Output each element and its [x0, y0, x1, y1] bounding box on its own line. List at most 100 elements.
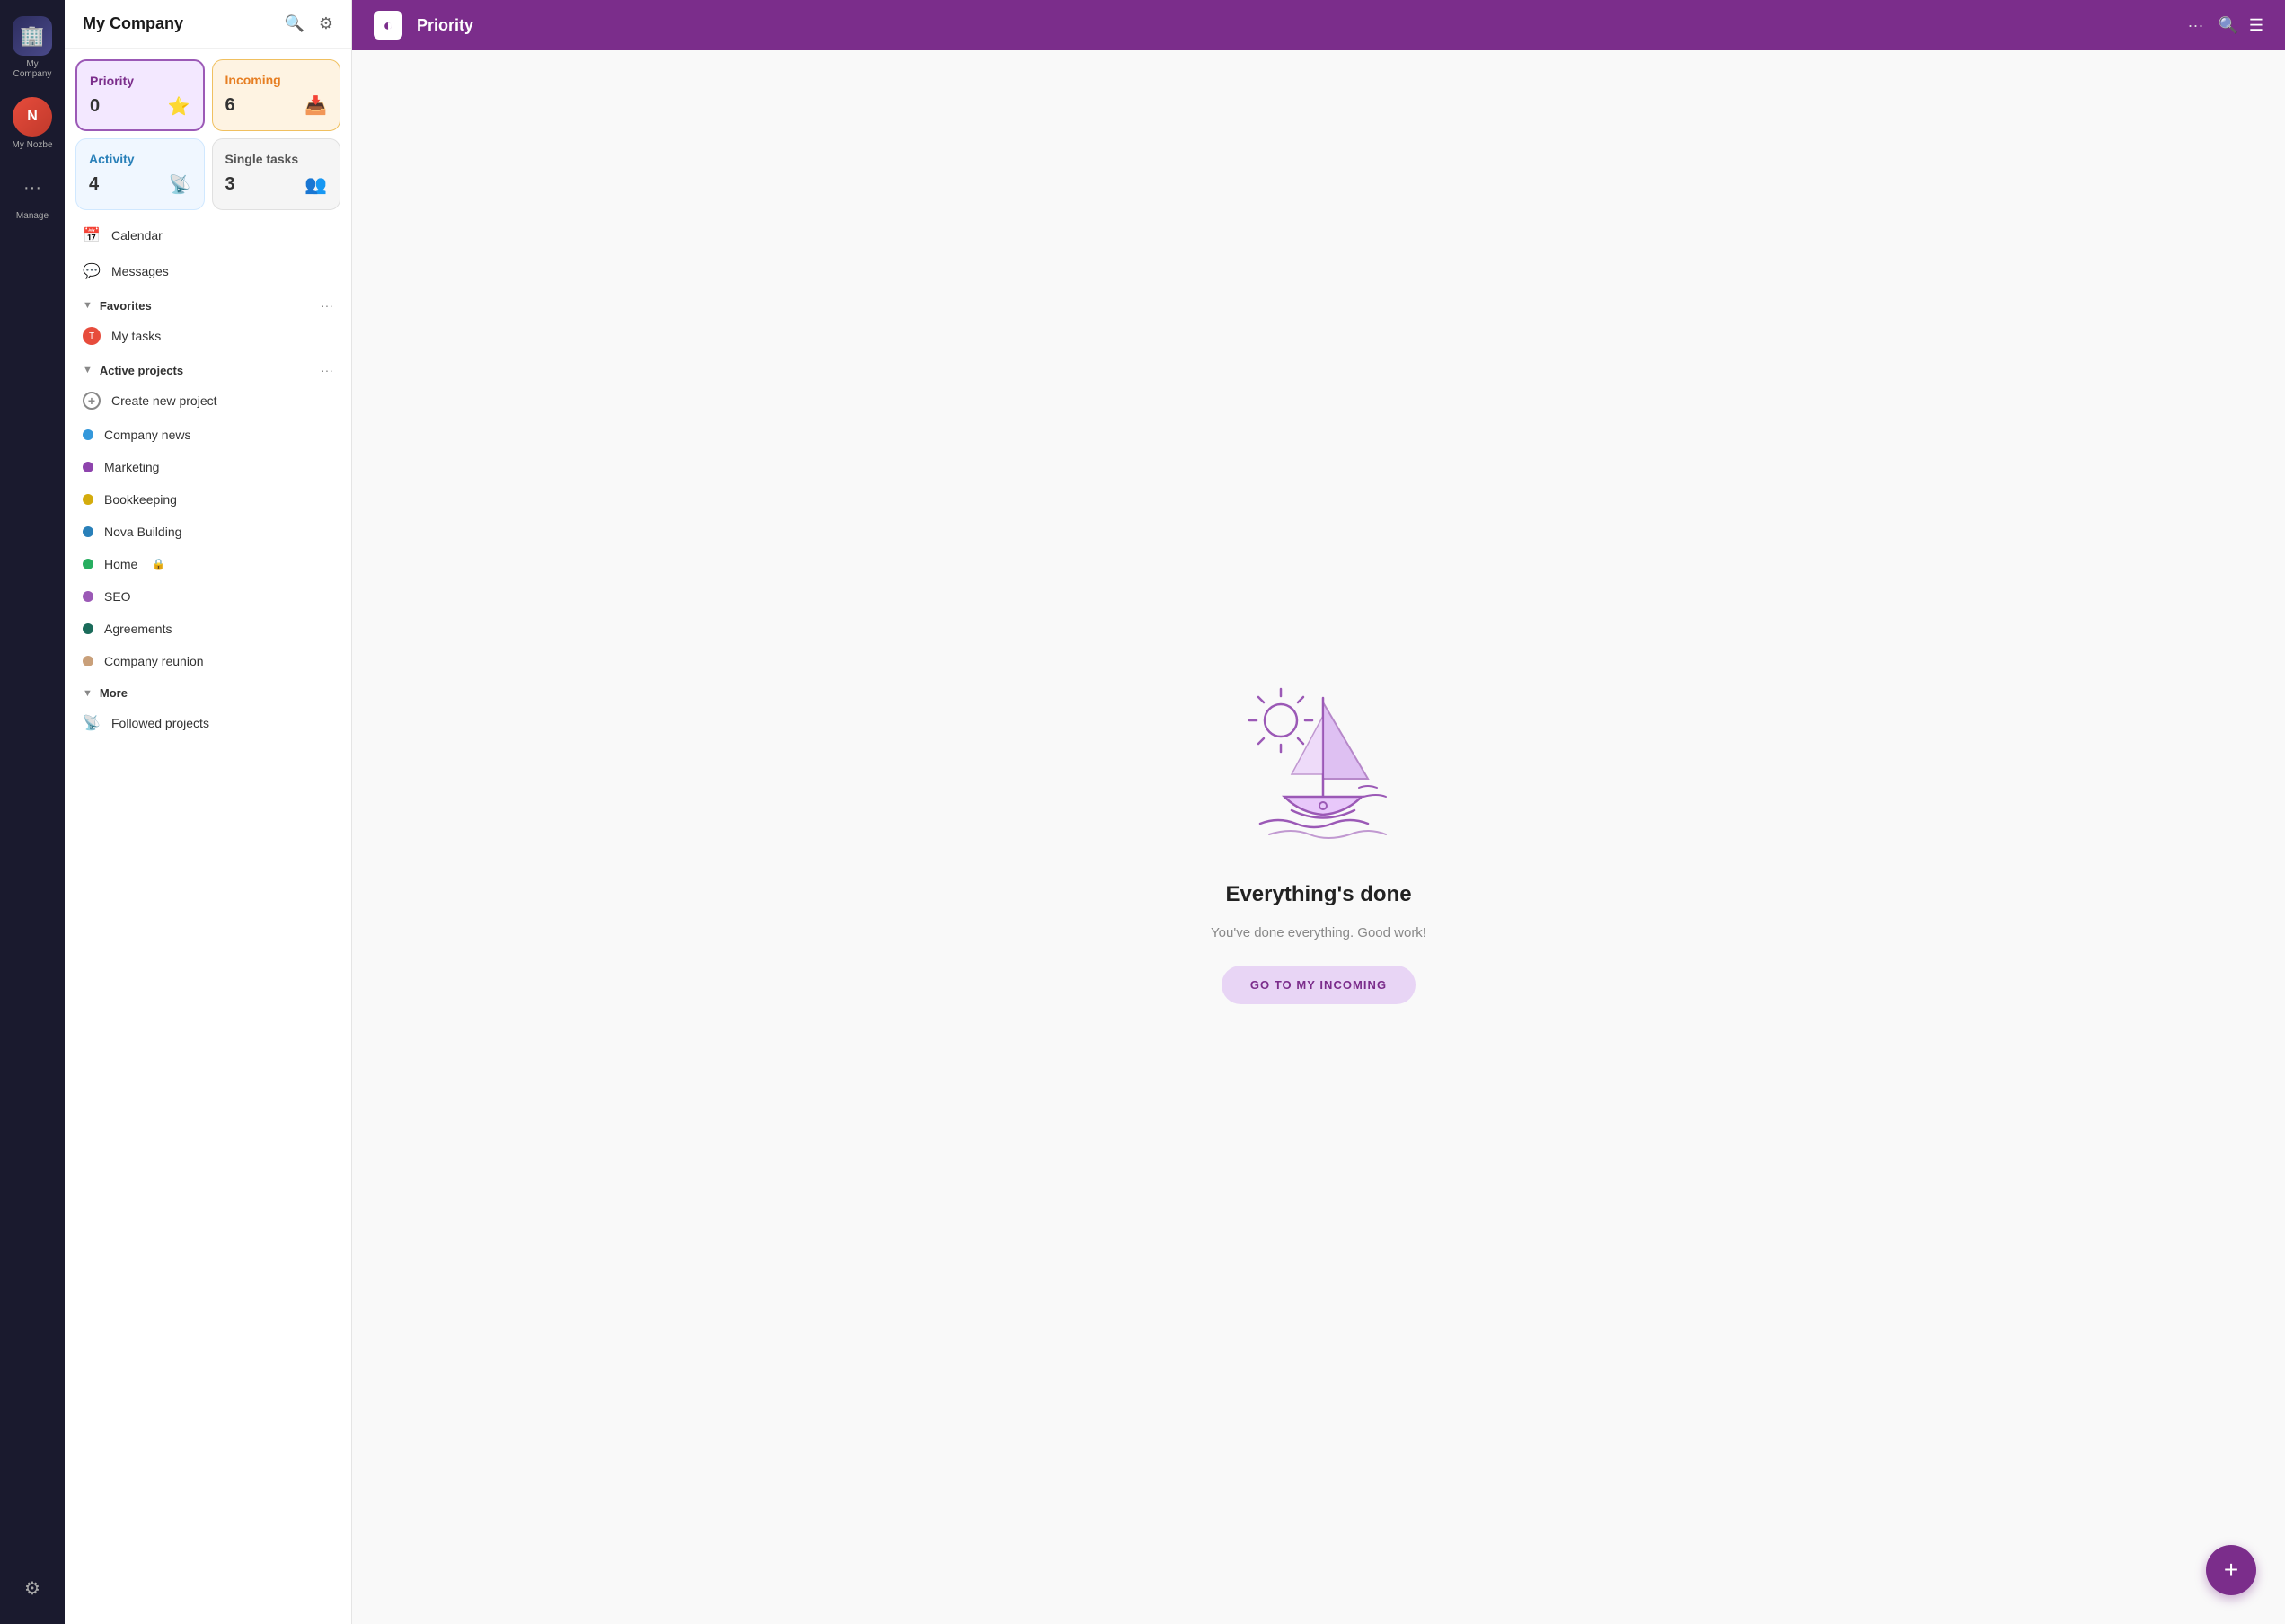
company-news-label: Company news	[104, 428, 191, 442]
fab-add-button[interactable]: +	[2206, 1545, 2256, 1595]
nav-item-company-reunion[interactable]: Company reunion	[65, 645, 351, 677]
incoming-card-count: 6	[225, 95, 235, 116]
marketing-dot	[83, 462, 93, 472]
priority-card[interactable]: Priority 0 ⭐	[75, 59, 205, 131]
header-filter-icon[interactable]: ☰	[2249, 16, 2263, 35]
incoming-inbox-icon: 📥	[304, 94, 327, 117]
nav-item-create-project[interactable]: + Create new project	[65, 383, 351, 419]
home-label: Home	[104, 557, 137, 571]
activity-card-count: 4	[89, 174, 99, 195]
search-icon[interactable]: 🔍	[284, 14, 304, 33]
nova-building-dot	[83, 526, 93, 537]
agreements-dot	[83, 623, 93, 634]
single-card-count: 3	[225, 174, 235, 195]
quick-cards: Priority 0 ⭐ Incoming 6 📥 Activity 4 📡 S…	[65, 49, 351, 217]
sidebar-item-settings-bottom[interactable]: ⚙	[4, 1563, 61, 1613]
incoming-card-label: Incoming	[225, 73, 328, 87]
sidebar-item-nozbe[interactable]: N My Nozbe	[4, 92, 61, 155]
priority-card-count: 0	[90, 96, 100, 117]
sidebar-header-icons: 🔍 ⚙	[284, 14, 333, 33]
nav-item-calendar[interactable]: 📅 Calendar	[65, 217, 351, 253]
active-projects-arrow-icon: ▼	[83, 365, 93, 375]
agreements-label: Agreements	[104, 622, 172, 636]
main-area: ◐ Priority ··· 🔍 ☰	[352, 0, 2285, 1624]
priority-card-bottom: 0 ⭐	[90, 95, 190, 118]
incoming-card-bottom: 6 📥	[225, 94, 328, 117]
calendar-icon: 📅	[83, 226, 101, 244]
active-projects-section-header[interactable]: ▼ Active projects ···	[65, 354, 351, 383]
single-card-label: Single tasks	[225, 152, 328, 166]
favorites-arrow-icon: ▼	[83, 300, 93, 311]
favorites-title: Favorites	[100, 299, 313, 313]
nav-item-company-news[interactable]: Company news	[65, 419, 351, 451]
gear-icon[interactable]: ⚙	[319, 14, 333, 33]
single-card-bottom: 3 👥	[225, 173, 328, 196]
company-news-dot	[83, 429, 93, 440]
main-body: Everything's done You've done everything…	[352, 50, 2285, 1624]
sidebar-item-manage[interactable]: ··· Manage	[4, 163, 61, 226]
priority-card-label: Priority	[90, 74, 190, 88]
followed-projects-icon: 📡	[83, 714, 101, 732]
nav-item-marketing[interactable]: Marketing	[65, 451, 351, 483]
manage-icon: ···	[13, 168, 52, 207]
messages-icon: 💬	[83, 262, 101, 280]
nav-item-my-tasks[interactable]: T My tasks	[65, 318, 351, 354]
empty-state-subtitle: You've done everything. Good work!	[1211, 925, 1426, 940]
sidebar-header: My Company 🔍 ⚙	[65, 0, 351, 49]
icon-rail: 🏢 My Company N My Nozbe ··· Manage ⚙	[0, 0, 65, 1624]
more-section-header[interactable]: ▼ More	[65, 677, 351, 705]
my-tasks-label: My tasks	[111, 329, 161, 343]
nav-item-seo[interactable]: SEO	[65, 580, 351, 613]
my-tasks-avatar: T	[83, 327, 101, 345]
main-header: ◐ Priority ··· 🔍 ☰	[352, 0, 2285, 50]
single-tasks-icon: 👥	[304, 173, 327, 196]
marketing-label: Marketing	[104, 460, 159, 474]
create-project-label: Create new project	[111, 393, 217, 408]
company-avatar: 🏢	[13, 16, 52, 56]
home-lock-icon: 🔒	[152, 558, 165, 570]
favorites-more-icon[interactable]: ···	[321, 298, 333, 313]
header-more-icon[interactable]: ···	[2187, 16, 2203, 35]
main-header-logo: ◐	[374, 11, 402, 40]
company-reunion-dot	[83, 656, 93, 666]
messages-label: Messages	[111, 264, 169, 278]
nav-item-home[interactable]: Home 🔒	[65, 548, 351, 580]
home-dot	[83, 559, 93, 569]
followed-projects-label: Followed projects	[111, 716, 209, 730]
active-projects-more-icon[interactable]: ···	[321, 363, 333, 377]
more-arrow-icon: ▼	[83, 688, 93, 699]
nav-item-followed-projects[interactable]: 📡 Followed projects	[65, 705, 351, 741]
activity-card-bottom: 4 📡	[89, 173, 191, 196]
more-title: More	[100, 686, 333, 700]
main-header-right: 🔍 ☰	[2218, 16, 2263, 35]
company-reunion-label: Company reunion	[104, 654, 204, 668]
go-to-incoming-button[interactable]: GO TO MY INCOMING	[1222, 966, 1416, 1004]
activity-card-label: Activity	[89, 152, 191, 166]
settings-bottom-icon: ⚙	[13, 1568, 52, 1608]
nav-item-bookkeeping[interactable]: Bookkeeping	[65, 483, 351, 516]
header-search-icon[interactable]: 🔍	[2218, 16, 2237, 35]
activity-card[interactable]: Activity 4 📡	[75, 138, 205, 210]
create-project-plus-icon: +	[83, 392, 101, 410]
nav-item-agreements[interactable]: Agreements	[65, 613, 351, 645]
company-label: My Company	[9, 59, 56, 79]
manage-label: Manage	[16, 211, 49, 221]
favorites-section-header[interactable]: ▼ Favorites ···	[65, 289, 351, 318]
nozbe-label: My Nozbe	[12, 140, 52, 150]
sidebar-item-company[interactable]: 🏢 My Company	[4, 11, 61, 84]
logo-letter: ◐	[384, 16, 393, 35]
activity-feed-icon: 📡	[169, 173, 191, 196]
seo-label: SEO	[104, 589, 131, 604]
sidebar-scroll-area: 📅 Calendar 💬 Messages ▼ Favorites ··· T …	[65, 217, 351, 1624]
calendar-label: Calendar	[111, 228, 163, 243]
sidebar-title: My Company	[83, 14, 183, 33]
active-projects-title: Active projects	[100, 364, 313, 377]
empty-state-title: Everything's done	[1225, 882, 1411, 907]
nozbe-avatar: N	[13, 97, 52, 137]
sidebar: My Company 🔍 ⚙ Priority 0 ⭐ Incoming 6 📥…	[65, 0, 352, 1624]
nav-item-nova-building[interactable]: Nova Building	[65, 516, 351, 548]
incoming-card[interactable]: Incoming 6 📥	[212, 59, 341, 131]
single-tasks-card[interactable]: Single tasks 3 👥	[212, 138, 341, 210]
bookkeeping-dot	[83, 494, 93, 505]
nav-item-messages[interactable]: 💬 Messages	[65, 253, 351, 289]
